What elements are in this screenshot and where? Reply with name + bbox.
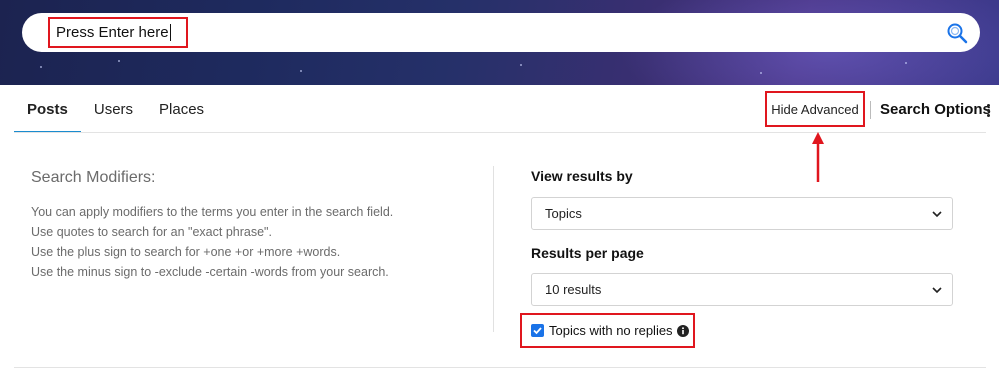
no-replies-label: Topics with no replies [549,323,673,338]
search-bar: Press Enter here [22,13,980,52]
tabs-divider [14,132,986,133]
header-banner: Press Enter here [0,0,999,85]
search-icon[interactable] [946,22,968,44]
banner-star [905,62,907,64]
tab-users[interactable]: Users [81,95,146,133]
banner-star [118,60,120,62]
search-input-value: Press Enter here [56,24,169,41]
view-results-value: Topics [545,206,582,221]
bottom-divider [14,367,986,368]
no-replies-option: Topics with no replies [520,313,695,348]
banner-star [300,70,302,72]
results-per-page-select[interactable]: 10 results [531,273,953,306]
results-per-page-value: 10 results [545,282,602,297]
no-replies-checkbox[interactable] [531,324,544,337]
search-options-button[interactable]: Search Options [880,101,991,118]
search-tabs: Posts Users Places [14,95,217,133]
column-divider [493,166,494,332]
toolbar-separator [870,101,871,119]
text-caret [169,24,171,41]
search-input[interactable]: Press Enter here [48,17,188,48]
search-modifiers-help: You can apply modifiers to the terms you… [31,202,471,282]
more-options-icon[interactable] [985,104,991,120]
tab-places[interactable]: Places [146,95,217,133]
tab-posts[interactable]: Posts [14,95,81,133]
view-results-label: View results by [531,168,633,184]
modifier-help-line: Use the minus sign to -exclude -certain … [31,265,389,279]
results-per-page-label: Results per page [531,245,644,261]
info-icon[interactable] [676,324,689,337]
modifier-help-line: You can apply modifiers to the terms you… [31,205,394,219]
hide-advanced-button[interactable]: Hide Advanced [765,91,865,127]
chevron-down-icon [932,287,942,294]
annotation-arrow [812,132,824,182]
view-results-select[interactable]: Topics [531,197,953,230]
modifier-help-line: Use the plus sign to search for +one +or… [31,245,341,259]
modifier-help-line: Use quotes to search for an "exact phras… [31,225,272,239]
banner-star [520,64,522,66]
banner-star [760,72,762,74]
chevron-down-icon [932,211,942,218]
checkmark-icon [533,327,542,335]
banner-star [40,66,42,68]
search-modifiers-title: Search Modifiers: [31,169,156,186]
